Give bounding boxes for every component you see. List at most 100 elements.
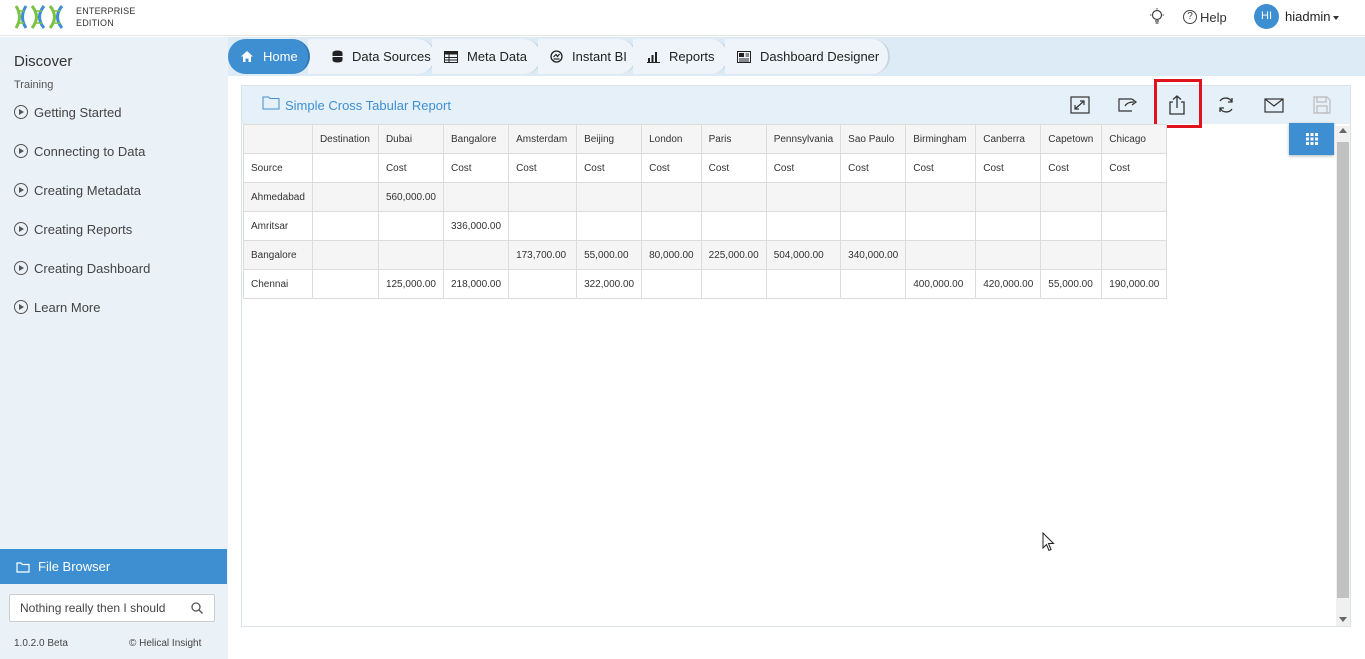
vertical-scrollbar[interactable]: [1336, 126, 1350, 626]
caret-down-icon[interactable]: [1333, 16, 1339, 20]
lightbulb-icon[interactable]: [1149, 8, 1165, 26]
search-icon[interactable]: [190, 601, 204, 615]
table-header-cell: Cost: [765, 153, 842, 183]
helical-logo[interactable]: [14, 4, 68, 30]
folder-icon: [16, 561, 30, 573]
scroll-thumb[interactable]: [1337, 142, 1349, 598]
tab-dashboard-designer[interactable]: Dashboard Designer: [725, 39, 890, 74]
play-circle-icon: [14, 144, 28, 158]
table-header-cell: Source: [243, 153, 313, 183]
table-header-cell: London: [641, 124, 702, 154]
help-link[interactable]: Help: [1200, 10, 1227, 25]
play-circle-icon: [14, 300, 28, 314]
table-cell: [1040, 240, 1103, 270]
expand-button[interactable]: [1067, 92, 1093, 118]
table-header-cell: Cost: [700, 153, 767, 183]
table-cell: 125,000.00: [377, 269, 445, 299]
sidebar-item-label: Creating Dashboard: [34, 260, 151, 276]
tab-reports[interactable]: Reports: [633, 39, 729, 74]
sidebar-title: Discover: [14, 53, 73, 70]
tab-instant-bi[interactable]: Instant BI: [538, 39, 637, 74]
table-cell: [1101, 182, 1168, 212]
table-cell: [377, 211, 445, 241]
share-icon: [1118, 98, 1137, 112]
play-circle-icon: [14, 261, 28, 275]
scroll-up-icon[interactable]: [1339, 128, 1347, 133]
table-header-cell: Chicago: [1101, 124, 1168, 154]
sidebar-item-learn-more[interactable]: Learn More: [14, 296, 100, 318]
table-header-cell: Cost: [576, 153, 643, 183]
table-cell: 420,000.00: [975, 269, 1042, 299]
table-header-cell: Cost: [377, 153, 445, 183]
top-bar: ENTERPRISE EDITION ? Help HI hiadmin: [0, 0, 1365, 36]
database-icon: [332, 50, 343, 63]
table-cell: [700, 211, 767, 241]
tab-meta-data[interactable]: Meta Data: [432, 39, 542, 74]
help-icon[interactable]: ?: [1183, 10, 1197, 24]
tab-label: Dashboard Designer: [760, 49, 880, 64]
play-circle-icon: [14, 183, 28, 197]
table-cell: [442, 182, 510, 212]
table-cell: [311, 182, 379, 212]
file-search-input[interactable]: [10, 595, 188, 621]
table-cell: [377, 240, 445, 270]
avatar[interactable]: HI: [1254, 4, 1279, 29]
table-cell: [1040, 211, 1103, 241]
table-cell: [1101, 211, 1168, 241]
table-cell: [311, 240, 379, 270]
tab-label: Instant BI: [572, 49, 627, 64]
play-circle-icon: [14, 105, 28, 119]
tab-strip: Data Sources Meta Data Instant BI Report…: [228, 37, 1365, 76]
email-button[interactable]: [1261, 92, 1287, 118]
sidebar-item-creating-metadata[interactable]: Creating Metadata: [14, 179, 141, 201]
table-cell: [508, 269, 578, 299]
table-header-cell: Sao Paulo: [840, 124, 907, 154]
table-header-cell: Canberra: [975, 124, 1042, 154]
sidebar-item-creating-reports[interactable]: Creating Reports: [14, 218, 132, 240]
table-cell: 218,000.00: [442, 269, 510, 299]
sidebar-item-connecting-to-data[interactable]: Connecting to Data: [14, 140, 145, 162]
email-icon: [1264, 97, 1284, 113]
tab-home[interactable]: Home: [228, 39, 310, 74]
sidebar-item-label: Getting Started: [34, 104, 122, 120]
table-header-cell: Birmingham: [905, 124, 977, 154]
table-header-cell: Cost: [905, 153, 977, 183]
table-header-cell: Cost: [975, 153, 1042, 183]
share-button[interactable]: [1115, 92, 1141, 118]
scroll-down-icon[interactable]: [1339, 617, 1347, 622]
tab-label: Data Sources: [352, 49, 431, 64]
sidebar-item-creating-dashboard[interactable]: Creating Dashboard: [14, 257, 150, 279]
tab-data-sources[interactable]: Data Sources: [308, 39, 436, 74]
table-cell: [700, 182, 767, 212]
table-cell: 400,000.00: [905, 269, 977, 299]
file-browser-button[interactable]: File Browser: [0, 549, 227, 584]
table-header-row: Source Cost Cost Cost Cost Cost Cost Cost Cost Co…: [243, 153, 1168, 183]
mouse-cursor-icon: [1042, 532, 1055, 552]
table-header-cell: Cost: [641, 153, 702, 183]
table-cell: Bangalore: [243, 240, 313, 270]
table-header-cell: Pennsylvania: [765, 124, 842, 154]
table-cell: [641, 211, 702, 241]
table-header-cell: Cost: [442, 153, 510, 183]
table-header-cell: [243, 124, 313, 154]
table-header-cell: Capetown: [1040, 124, 1103, 154]
folder-icon: [262, 96, 280, 110]
sidebar-item-getting-started[interactable]: Getting Started: [14, 101, 121, 123]
version-label: 1.0.2.0 Beta: [14, 638, 68, 649]
export-highlight-box: [1154, 79, 1202, 128]
table-cell: [311, 269, 379, 299]
user-menu[interactable]: hiadmin: [1285, 9, 1331, 24]
table-cell: 340,000.00: [840, 240, 907, 270]
table-cell: [700, 269, 767, 299]
grid-menu-button[interactable]: [1289, 123, 1334, 155]
edition-line-1: ENTERPRISE: [76, 6, 136, 16]
home-icon: [241, 51, 253, 62]
cross-tab-table: Destination Dubai Bangalore Amsterdam Beijin…: [243, 124, 1168, 299]
tab-label: Meta Data: [467, 49, 527, 64]
table-cell: Ahmedabad: [243, 182, 313, 212]
edition-label: ENTERPRISE EDITION: [76, 5, 136, 29]
table-cell: 80,000.00: [641, 240, 702, 270]
table-cell: [442, 240, 510, 270]
refresh-button[interactable]: [1213, 92, 1239, 118]
save-button[interactable]: [1309, 92, 1335, 118]
